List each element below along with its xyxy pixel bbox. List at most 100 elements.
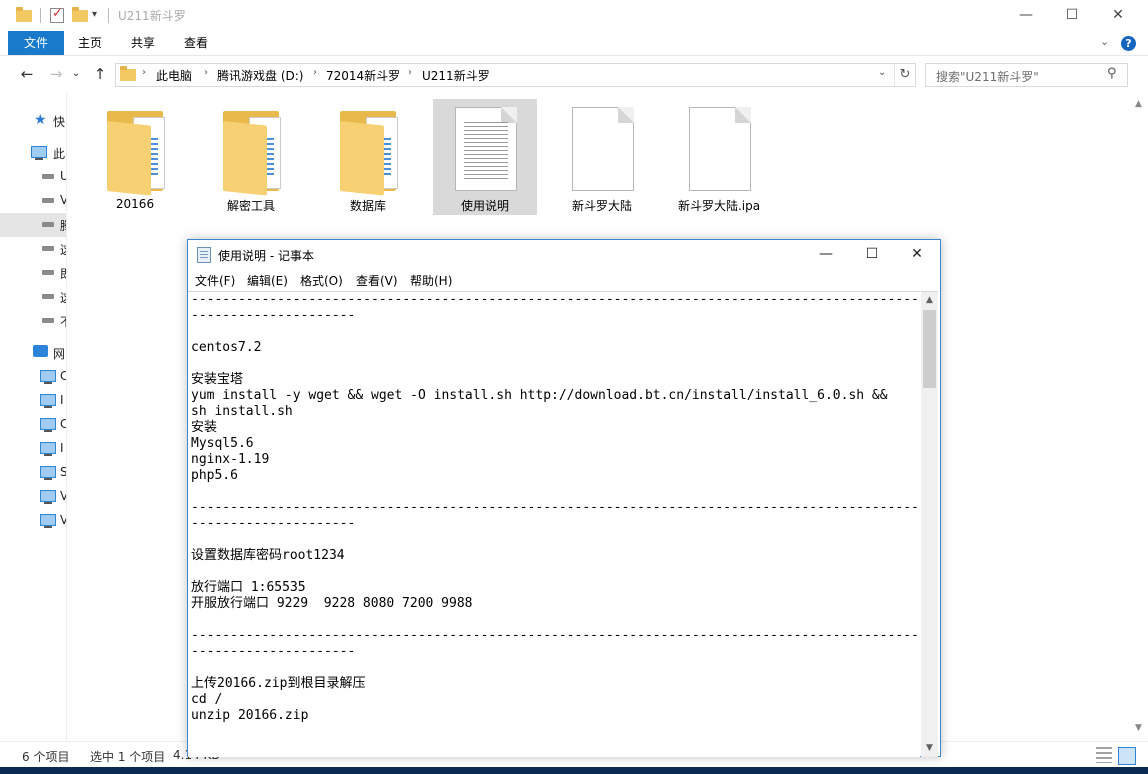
folder-icon[interactable] [16, 7, 32, 23]
tab-file[interactable]: 文件 [8, 31, 64, 55]
sidebar-item-drive[interactable]: 不 [0, 309, 66, 333]
sidebar-item-quick-access[interactable]: ★ 快 [0, 109, 66, 133]
monitor-icon [40, 514, 56, 528]
address-bar[interactable]: › 此电脑 › 腾讯游戏盘 (D:) › 72014新斗罗 › U211新斗罗 … [115, 63, 916, 87]
details-view-icon[interactable] [1096, 747, 1112, 763]
sidebar-item-label: 网 [53, 347, 66, 361]
search-icon[interactable]: ⚲ [1107, 66, 1117, 81]
notepad-maximize-button[interactable]: ☐ [849, 240, 895, 269]
scroll-up-icon[interactable]: ▲ [921, 292, 938, 308]
file-name: 20166 [115, 197, 155, 211]
sidebar-item-label: I [60, 393, 64, 407]
selection-count: 选中 1 个项目 [90, 750, 166, 764]
file-item-folder[interactable]: 解密工具 [199, 99, 303, 215]
sidebar-item-label: 即 [60, 265, 66, 282]
tab-share[interactable]: 共享 [119, 31, 167, 55]
minimize-button[interactable]: — [1003, 0, 1049, 31]
folder-icon [107, 111, 167, 196]
monitor-icon [40, 370, 56, 384]
drive-icon [42, 198, 54, 203]
file-item-folder[interactable]: 数据库 [316, 99, 420, 215]
sidebar-item-drive[interactable]: 即 [0, 261, 66, 285]
sidebar-item-drive[interactable]: U [0, 165, 66, 189]
file-item-file[interactable]: 新斗罗大陆 [550, 99, 654, 215]
scroll-down-icon[interactable]: ▼ [921, 740, 938, 756]
forward-button[interactable]: → [46, 64, 66, 84]
breadcrumb-separator: › [408, 67, 412, 78]
star-icon: ★ [34, 112, 47, 128]
sidebar-item-drive[interactable]: 这 [0, 237, 66, 261]
notepad-content[interactable]: ----------------------------------------… [191, 292, 920, 724]
notepad-window: 使用说明 - 记事本 — ☐ ✕ 文件(F) 编辑(E) 格式(O) 查看(V)… [187, 239, 941, 757]
up-button[interactable]: ↑ [90, 64, 110, 84]
file-icon [572, 107, 634, 191]
menu-edit[interactable]: 编辑(E) [247, 272, 288, 289]
sidebar-item-network-pc[interactable]: C [0, 365, 66, 389]
sidebar-item-label: V [60, 489, 66, 503]
sidebar-item-network-pc[interactable]: I [0, 389, 66, 413]
address-history-dropdown-icon[interactable]: ⌄ [878, 67, 886, 78]
recent-locations-button[interactable]: ⌄ [66, 64, 86, 84]
back-button[interactable]: ← [17, 64, 37, 84]
sidebar-item-drive-d[interactable]: 腾 [0, 213, 66, 237]
menu-help[interactable]: 帮助(H) [410, 272, 452, 289]
drive-icon [42, 222, 54, 227]
sidebar-item-drive[interactable]: V [0, 189, 66, 213]
file-item-text-document[interactable]: 使用说明 [433, 99, 537, 215]
notepad-titlebar[interactable]: 使用说明 - 记事本 — ☐ ✕ [188, 240, 940, 269]
scroll-down-icon[interactable]: ▼ [1135, 723, 1142, 733]
drive-icon [42, 246, 54, 251]
sidebar-item-network-pc[interactable]: S [0, 461, 66, 485]
file-name: 解密工具 [226, 199, 275, 213]
sidebar-item-network-pc[interactable]: I [0, 437, 66, 461]
file-icon [689, 107, 751, 191]
breadcrumb-separator: › [204, 67, 208, 78]
notepad-scrollbar[interactable]: ▲ ▼ [921, 291, 938, 757]
refresh-icon[interactable]: ↻ [894, 64, 915, 86]
sidebar-item-network-pc[interactable]: V [0, 485, 66, 509]
drive-icon [42, 318, 54, 323]
help-icon[interactable]: ? [1121, 36, 1136, 51]
sidebar-item-network-pc[interactable]: V [0, 509, 66, 533]
sidebar-item-network-pc[interactable]: C [0, 413, 66, 437]
expand-ribbon-icon[interactable]: ⌄ [1100, 35, 1109, 48]
sidebar-item-this-pc[interactable]: 此 [0, 141, 66, 165]
close-button[interactable]: ✕ [1095, 0, 1141, 31]
network-icon [33, 345, 48, 357]
computer-icon [31, 146, 47, 160]
breadcrumb-u211[interactable]: U211新斗罗 [422, 67, 490, 84]
notepad-icon [197, 247, 211, 263]
address-bar-row: ← → ⌄ ↑ › 此电脑 › 腾讯游戏盘 (D:) › 72014新斗罗 › … [0, 55, 1148, 94]
sidebar-item-label: 不 [60, 313, 66, 330]
breadcrumb-drive-d[interactable]: 腾讯游戏盘 (D:) [217, 67, 303, 84]
notepad-text-area[interactable]: ----------------------------------------… [188, 291, 920, 757]
explorer-titlebar: ▾ U211新斗罗 — ☐ ✕ [0, 0, 1148, 31]
breadcrumb-72014[interactable]: 72014新斗罗 [326, 67, 400, 84]
sidebar-item-network[interactable]: 网 [0, 341, 66, 365]
navigation-pane[interactable]: ★ 快 此 U V 腾 这 即 这 [0, 93, 67, 741]
file-item-file[interactable]: 新斗罗大陆.ipa [667, 99, 771, 215]
content-scrollbar[interactable]: ▲ ▼ [1130, 93, 1148, 741]
sidebar-item-label: S [60, 465, 67, 479]
tab-view[interactable]: 查看 [172, 31, 220, 55]
file-item-folder[interactable]: 20166 [83, 99, 187, 215]
new-folder-icon[interactable] [72, 7, 88, 23]
file-name: 数据库 [349, 199, 386, 213]
large-icons-view-icon[interactable] [1118, 747, 1136, 765]
sidebar-item-drive[interactable]: 这 [0, 285, 66, 309]
menu-file[interactable]: 文件(F) [195, 272, 235, 289]
properties-icon[interactable] [49, 6, 65, 23]
search-input[interactable]: 搜索"U211新斗罗" ⚲ [925, 63, 1128, 87]
scroll-up-icon[interactable]: ▲ [1135, 99, 1142, 109]
maximize-button[interactable]: ☐ [1049, 0, 1095, 31]
scrollbar-thumb[interactable] [923, 310, 936, 388]
customize-quick-access-icon[interactable]: ▾ [92, 9, 108, 25]
tab-home[interactable]: 主页 [66, 31, 114, 55]
menu-view[interactable]: 查看(V) [356, 272, 398, 289]
notepad-close-button[interactable]: ✕ [894, 240, 940, 269]
breadcrumb-this-pc[interactable]: 此电脑 [156, 67, 192, 84]
menu-format[interactable]: 格式(O) [300, 272, 343, 289]
ribbon-tabs: 文件 主页 共享 查看 [0, 31, 1148, 55]
notepad-minimize-button[interactable]: — [803, 240, 849, 269]
taskbar [0, 767, 1148, 774]
